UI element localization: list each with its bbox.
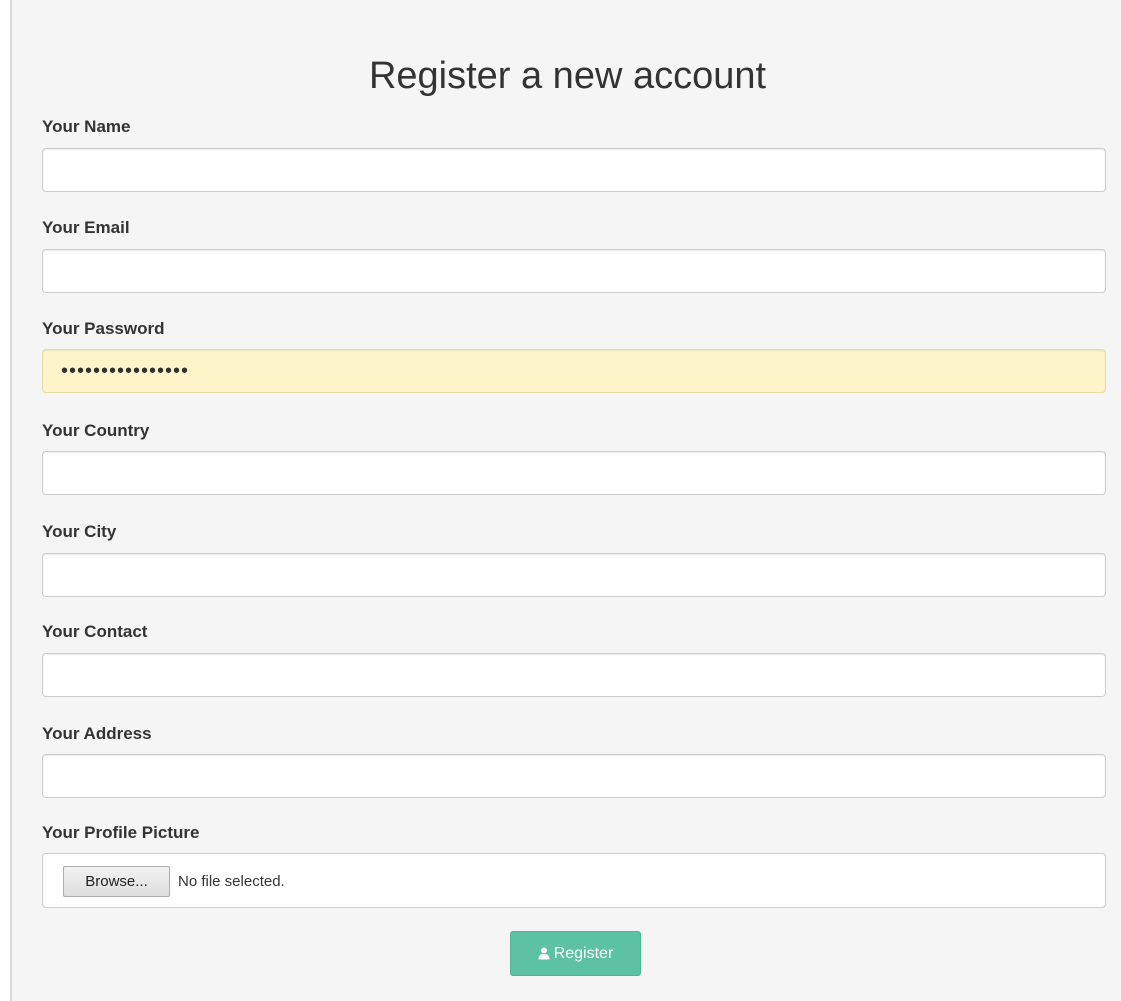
profile-picture-file-input: Browse... No file selected.: [42, 853, 1106, 908]
password-label: Your Password: [42, 319, 165, 338]
country-input[interactable]: [42, 451, 1106, 495]
profile-picture-label: Your Profile Picture: [42, 823, 200, 842]
city-input[interactable]: [42, 553, 1106, 597]
address-input[interactable]: [42, 754, 1106, 798]
user-icon: [538, 947, 550, 960]
name-input[interactable]: [42, 148, 1106, 192]
password-input[interactable]: ••••••••••••••••: [42, 349, 1106, 393]
contact-input[interactable]: [42, 653, 1106, 697]
email-label: Your Email: [42, 218, 130, 237]
password-value: ••••••••••••••••: [61, 360, 190, 382]
city-label: Your City: [42, 522, 117, 541]
country-label: Your Country: [42, 421, 150, 440]
register-button-label: Register: [553, 944, 614, 962]
registration-page: Register a new account Your Name Your Em…: [10, 0, 1121, 1001]
name-label: Your Name: [42, 117, 131, 136]
register-button[interactable]: Register: [510, 931, 641, 976]
email-input[interactable]: [42, 249, 1106, 293]
contact-label: Your Contact: [42, 622, 148, 641]
file-status-text: No file selected.: [178, 873, 285, 890]
page-title: Register a new account: [368, 55, 767, 97]
address-label: Your Address: [42, 724, 152, 743]
browse-button[interactable]: Browse...: [63, 866, 170, 897]
